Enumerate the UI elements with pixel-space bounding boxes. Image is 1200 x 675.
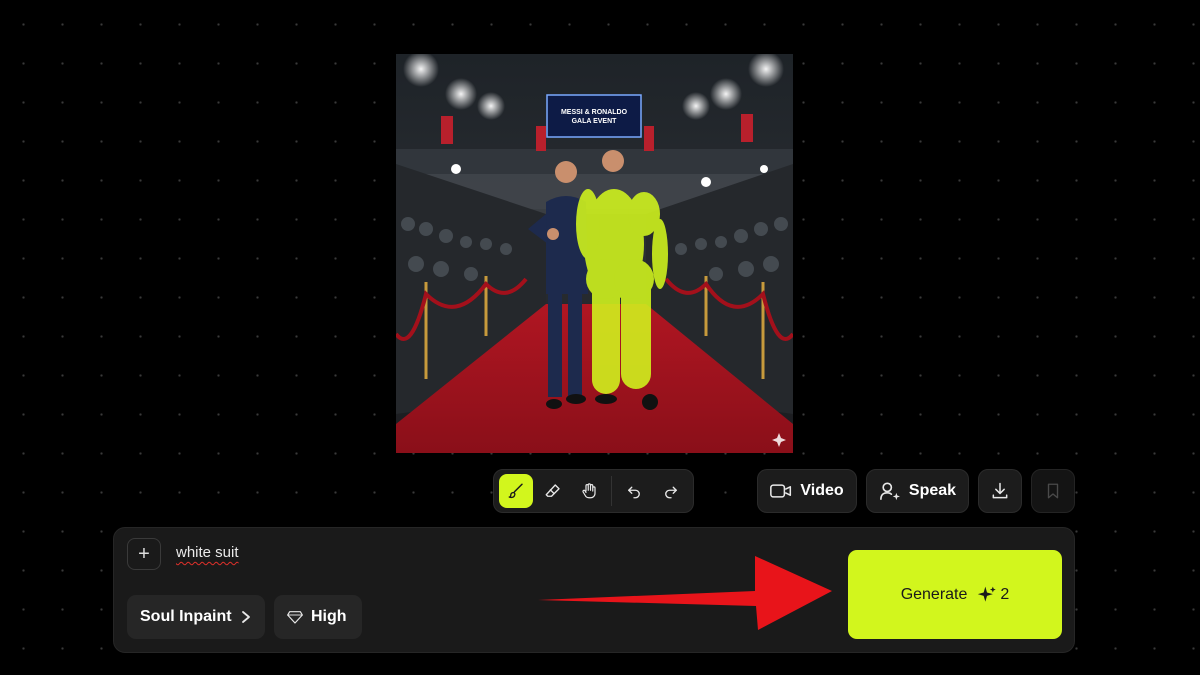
- hand-icon: [582, 483, 596, 499]
- sparkle-icon: [978, 586, 997, 602]
- pan-tool-button[interactable]: [572, 474, 606, 508]
- image-scene: MESSI & RONALDO GALA EVENT: [396, 54, 793, 453]
- redo-icon: [664, 486, 677, 499]
- add-reference-button[interactable]: +: [127, 538, 161, 570]
- download-button[interactable]: [978, 469, 1022, 513]
- eraser-icon: [545, 484, 560, 497]
- eraser-tool-button[interactable]: [535, 474, 569, 508]
- undo-button[interactable]: [617, 474, 651, 508]
- generate-button-label: Generate: [900, 585, 968, 603]
- credit-cost-value: 2: [1000, 585, 1010, 603]
- prompt-input[interactable]: white suit: [176, 544, 239, 561]
- video-camera-icon: [770, 484, 792, 498]
- workspace-canvas: MESSI & RONALDO GALA EVENT Video Speak +…: [0, 0, 1200, 675]
- video-button-label: Video: [800, 482, 844, 499]
- brush-tool-button[interactable]: [499, 474, 534, 508]
- undo-icon: [628, 486, 641, 499]
- redo-button[interactable]: [654, 474, 688, 508]
- sign-line-2: GALA EVENT: [572, 118, 618, 125]
- credit-cost: 2: [977, 585, 1009, 605]
- annotation-arrow: [538, 556, 832, 630]
- brush-icon: [508, 483, 523, 499]
- speak-button[interactable]: Speak: [866, 469, 969, 513]
- model-selector[interactable]: Soul Inpaint: [127, 595, 265, 639]
- download-icon: [992, 482, 1008, 499]
- diamond-icon: [287, 611, 303, 624]
- generate-button[interactable]: Generate 2: [848, 550, 1062, 639]
- speak-button-label: Speak: [908, 482, 957, 499]
- speak-user-icon: [880, 482, 900, 501]
- save-button[interactable]: [1031, 469, 1075, 513]
- toolbar-divider: [611, 476, 613, 506]
- generated-image[interactable]: MESSI & RONALDO GALA EVENT: [396, 54, 793, 453]
- bookmark-icon: [1047, 483, 1059, 499]
- quality-selector-label: High: [311, 608, 347, 625]
- mask-toolbar: [493, 469, 694, 513]
- chevron-right-icon: [241, 611, 250, 623]
- quality-selector[interactable]: High: [274, 595, 362, 639]
- sign-line-1: MESSI & RONALDO: [561, 109, 628, 116]
- model-selector-label: Soul Inpaint: [140, 608, 232, 625]
- video-button[interactable]: Video: [757, 469, 857, 513]
